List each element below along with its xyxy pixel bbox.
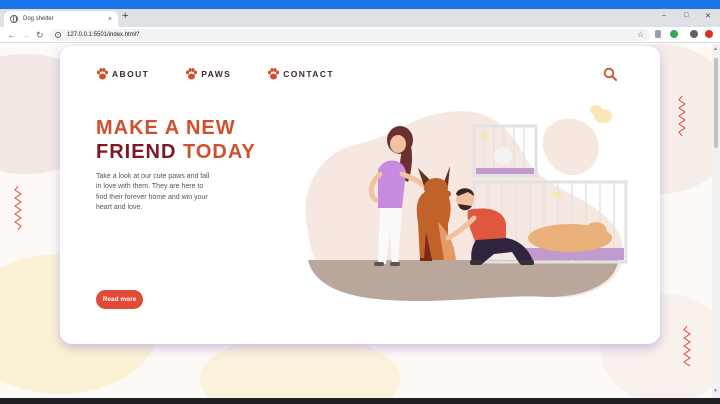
browser-toolbar: ← → ↻ i 127.0.0.1:5501/index.html? ☆ — [0, 27, 720, 43]
nav-label: PAWS — [201, 69, 232, 79]
paw-icon — [97, 68, 108, 80]
hero-description: Take a look at our cute paws and fall in… — [96, 173, 210, 211]
scroll-down-icon[interactable]: ▼ — [713, 388, 718, 394]
extension-mic-icon[interactable] — [655, 30, 661, 38]
url-text: 127.0.0.1:5501/index.html? — [67, 32, 140, 38]
new-tab-button[interactable]: + — [122, 10, 128, 22]
nav-label: CONTACT — [283, 69, 334, 79]
scroll-up-icon[interactable]: ▲ — [713, 46, 718, 52]
dog-adoption-illustration — [305, 105, 628, 301]
paw-icon — [268, 68, 280, 80]
globe-icon — [10, 15, 18, 23]
scrollbar-thumb[interactable] — [714, 58, 718, 148]
paw-icon — [186, 68, 198, 80]
hero-title: MAKE A NEW FRIEND TODAY — [96, 116, 256, 164]
nav-item-contact[interactable]: CONTACT — [267, 68, 334, 80]
info-icon[interactable]: i — [55, 32, 61, 38]
forward-icon[interactable]: → — [21, 29, 30, 41]
read-more-button[interactable]: Read more — [96, 290, 143, 309]
zigzag-decoration — [14, 186, 22, 230]
bookmark-star-icon[interactable]: ☆ — [637, 30, 644, 39]
nav-item-about[interactable]: ABOUT — [96, 68, 149, 80]
minimize-button[interactable]: – — [662, 12, 666, 19]
window-close-button[interactable]: ✕ — [705, 12, 711, 20]
tab-strip: Dog shelter × — [0, 9, 720, 27]
page-scrollbar[interactable]: ▲ ▼ — [712, 44, 720, 400]
zigzag-decoration — [678, 96, 686, 136]
hero-card: ABOUT PAWS CONTACT MAKE A NEW FRIEND TOD… — [60, 46, 660, 344]
search-icon[interactable] — [603, 67, 617, 81]
extension-green-icon[interactable] — [670, 30, 678, 38]
main-nav: ABOUT PAWS CONTACT — [96, 68, 370, 80]
reload-icon[interactable]: ↻ — [36, 29, 44, 41]
profile-avatar[interactable] — [690, 30, 698, 38]
taskbar-edge — [0, 398, 720, 404]
nav-item-paws[interactable]: PAWS — [185, 68, 231, 80]
tab-close-icon[interactable]: × — [108, 16, 112, 23]
zigzag-decoration — [683, 326, 691, 367]
tab-title: Dog shelter — [23, 16, 54, 22]
hero-title-friend: FRIEND — [96, 141, 177, 163]
hero-title-today: TODAY — [183, 141, 256, 163]
page-viewport: ABOUT PAWS CONTACT MAKE A NEW FRIEND TOD… — [0, 44, 712, 400]
browser-tab[interactable]: Dog shelter × — [4, 11, 118, 27]
extension-red-icon[interactable] — [705, 30, 713, 38]
hero-title-line1: MAKE A NEW — [96, 117, 236, 139]
address-bar[interactable]: i 127.0.0.1:5501/index.html? ☆ — [50, 29, 650, 41]
nav-label: ABOUT — [112, 69, 150, 79]
os-top-bar — [0, 0, 720, 9]
back-icon[interactable]: ← — [7, 29, 16, 41]
maximize-button[interactable]: □ — [684, 12, 688, 19]
